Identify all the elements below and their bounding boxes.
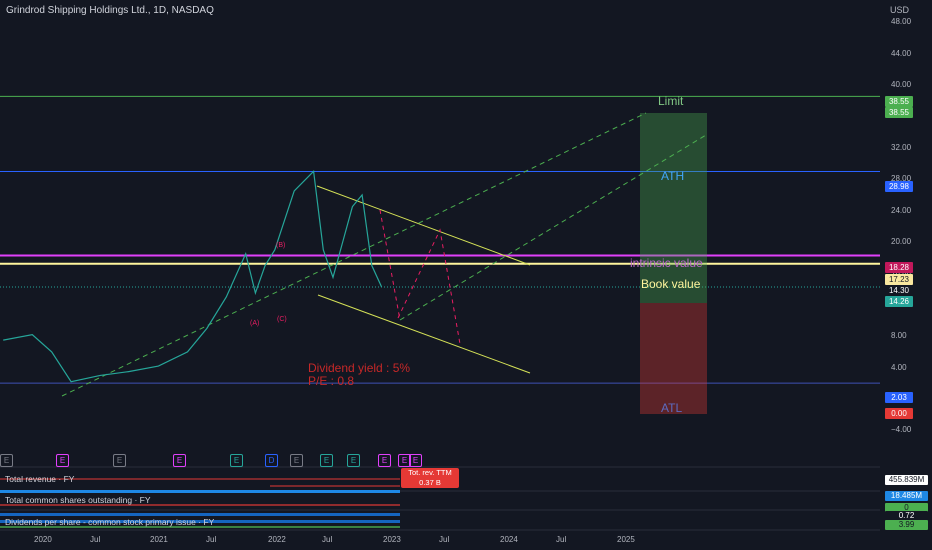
dividend-value-c: 3.99: [885, 520, 928, 530]
wave-b-label: (B): [276, 242, 286, 249]
dividend-bar: [0, 513, 400, 516]
book-label: Book value: [641, 277, 701, 291]
earnings-event-marker[interactable]: E: [113, 454, 126, 467]
tot-rev-title: Tot. rev. TTM: [408, 468, 452, 477]
x-axis-tick: 2020: [34, 535, 52, 544]
x-axis-tick: 2021: [150, 535, 168, 544]
y-axis-tick: 32.00: [891, 142, 912, 152]
atl-badge: 2.03: [885, 392, 913, 403]
shares-indicator-label[interactable]: Total common shares outstanding · FY: [5, 495, 151, 505]
ath-label: ATH: [661, 169, 685, 183]
loss-zone: [640, 303, 707, 414]
y-axis-tick: 48.00: [891, 17, 912, 27]
tot-rev-badge: Tot. rev. TTM 0.37 B: [401, 468, 459, 488]
limit-badge-2: 38.55: [885, 107, 913, 118]
projection-line-a: [61, 112, 647, 397]
currency-label: USD: [890, 5, 910, 15]
earnings-event-marker[interactable]: E: [230, 454, 243, 467]
earnings-event-marker[interactable]: E: [409, 454, 422, 467]
earnings-event-marker[interactable]: E: [320, 454, 333, 467]
shares-bar: [0, 490, 400, 493]
last-price-badge-2: 14.26: [885, 296, 913, 307]
y-axis-tick: 8.00: [891, 331, 907, 341]
limit-badge: 38.55: [885, 96, 913, 107]
x-axis-tick: 2024: [500, 535, 518, 544]
earnings-event-marker[interactable]: D: [265, 454, 278, 467]
earnings-event-marker[interactable]: E: [0, 454, 13, 467]
y-axis-tick: 20.00: [891, 237, 912, 246]
intrinsic-label: intrinsic value: [630, 256, 703, 270]
book-badge: 17.23: [885, 274, 913, 285]
limit-label: Limit: [658, 94, 684, 108]
zero-badge: 0.00: [885, 408, 913, 419]
wave-c-label: (C): [277, 316, 287, 323]
y-axis-tick: 44.00: [891, 48, 912, 58]
y-axis-tick: 4.00: [891, 362, 907, 372]
earnings-event-marker[interactable]: E: [347, 454, 360, 467]
projection-path-2: [379, 209, 401, 321]
price-chart[interactable]: [0, 0, 932, 550]
wave-a-label: (A): [250, 320, 260, 327]
earnings-event-marker[interactable]: E: [173, 454, 186, 467]
x-axis-tick: Jul: [206, 535, 217, 544]
y-axis-tick: −4.00: [891, 425, 912, 435]
x-axis-tick: 2022: [268, 535, 286, 544]
x-axis-tick: 2023: [383, 535, 401, 544]
y-axis-tick: 24.00: [891, 205, 912, 215]
earnings-event-marker[interactable]: E: [56, 454, 69, 467]
last-price-badge: 14.30: [885, 285, 913, 296]
x-axis-tick: Jul: [439, 535, 450, 544]
dividend-yield-label: Dividend yield : 5%: [308, 361, 411, 375]
x-axis-tick: Jul: [556, 535, 567, 544]
earnings-event-marker[interactable]: E: [290, 454, 303, 467]
atl-label: ATL: [661, 401, 683, 415]
channel-upper: [316, 185, 531, 266]
tot-rev-value: 0.37 B: [419, 478, 441, 487]
chart-title: Grindrod Shipping Holdings Ltd., 1D, NAS…: [6, 5, 214, 16]
revenue-indicator-label[interactable]: Total revenue · FY: [5, 474, 74, 484]
ath-badge: 28.98: [885, 181, 913, 192]
x-axis-tick: Jul: [322, 535, 333, 544]
pe-label: P/E : 0.8: [308, 374, 355, 388]
earnings-event-marker[interactable]: E: [378, 454, 391, 467]
dividend-indicator-label[interactable]: Dividends per share - common stock prima…: [5, 517, 214, 527]
price-line: [3, 170, 383, 383]
x-axis-tick: Jul: [90, 535, 101, 544]
y-axis-tick: 40.00: [891, 80, 912, 89]
profit-zone: [640, 113, 707, 303]
intrinsic-badge: 18.28: [885, 262, 913, 273]
x-axis-tick: 2025: [617, 535, 635, 544]
revenue-value: 455.839M: [885, 475, 928, 485]
shares-value: 18.485M: [885, 491, 928, 501]
